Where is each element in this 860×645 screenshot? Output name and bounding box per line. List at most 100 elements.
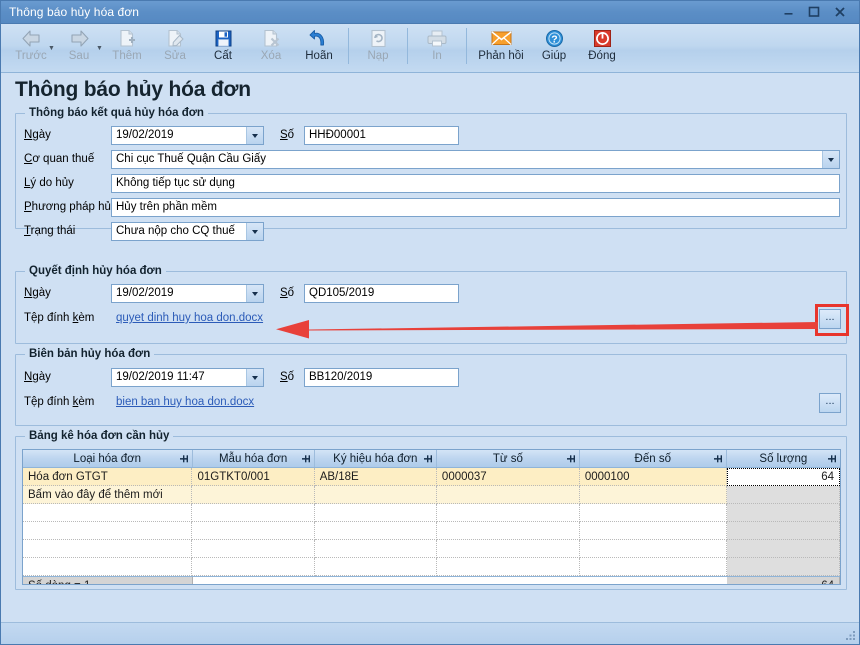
column-pin-icon[interactable] [301, 454, 311, 463]
table-cell[interactable] [23, 522, 193, 540]
table-cell[interactable] [436, 486, 580, 504]
table-cell[interactable] [579, 486, 727, 504]
toolbar-button-xoa[interactable]: Xóa [247, 24, 295, 72]
toolbar-label-them: Thêm [112, 50, 142, 62]
table-cell[interactable] [436, 558, 580, 576]
table-cell[interactable] [436, 540, 580, 558]
invoice-table[interactable]: Loại hóa đơn Mẫu hóa đơn Ký hiệu hóa đơn Từ… [22, 449, 841, 585]
table-cell[interactable] [436, 504, 580, 522]
input-trang-thai[interactable]: Chưa nộp cho CQ thuế [111, 222, 264, 241]
toolbar-button-them[interactable]: Thêm [103, 24, 151, 72]
input-ly-do-huy[interactable]: Không tiếp tục sử dụng [111, 174, 840, 193]
resize-grip-icon[interactable] [844, 629, 856, 641]
table-cell[interactable] [726, 522, 840, 540]
table-cell[interactable] [314, 504, 437, 522]
toolbar-label-phan-hoi: Phản hồi [478, 50, 524, 62]
attachment-link-quyet-dinh[interactable]: quyet dinh huy hoa don.docx [116, 312, 263, 324]
table-row[interactable] [23, 540, 840, 558]
table-cell[interactable] [192, 540, 315, 558]
table-row[interactable] [23, 522, 840, 540]
table-cell[interactable] [579, 540, 727, 558]
table-column-header[interactable]: Loại hóa đơn [23, 450, 193, 467]
help-icon: ? [543, 27, 565, 49]
table-cell[interactable] [579, 522, 727, 540]
toolbar-button-dong[interactable]: Đóng [578, 24, 626, 72]
table-cell[interactable] [726, 504, 840, 522]
column-pin-icon[interactable] [713, 454, 723, 463]
input-ngay-quyet-dinh[interactable]: 19/02/2019 [111, 284, 264, 303]
table-cell[interactable] [192, 558, 315, 576]
table-cell[interactable]: 0000100 [579, 468, 727, 486]
input-phuong-phap-huy[interactable]: Hủy trên phần mềm [111, 198, 840, 217]
table-cell[interactable]: Hóa đơn GTGT [23, 468, 193, 486]
table-cell[interactable] [192, 486, 315, 504]
table-cell[interactable] [726, 558, 840, 576]
table-cell[interactable]: 0000037 [436, 468, 580, 486]
column-pin-icon[interactable] [566, 454, 576, 463]
input-so-bien-ban[interactable]: BB120/2019 [304, 368, 459, 387]
attachment-link-bien-ban[interactable]: bien ban huy hoa don.docx [116, 396, 254, 408]
toolbar-button-sau[interactable]: Sau ▼ [55, 24, 103, 72]
table-cell[interactable]: 01GTKT0/001 [192, 468, 315, 486]
maximize-icon[interactable] [801, 1, 827, 23]
toolbar-button-giup[interactable]: ? Giúp [530, 24, 578, 72]
table-column-header[interactable]: Ký hiệu hóa đơn [315, 450, 437, 467]
table-cell[interactable] [23, 540, 193, 558]
toolbar-button-truoc[interactable]: Trước ▼ [7, 24, 55, 72]
browse-button-quyet-dinh[interactable]: ... [819, 309, 841, 329]
table-cell[interactable] [314, 486, 437, 504]
toolbar-button-in[interactable]: In [413, 24, 461, 72]
input-so-ket-qua[interactable]: HHĐ00001 [304, 126, 459, 145]
browse-button-bien-ban[interactable]: ... [819, 393, 841, 413]
table-cell[interactable]: 64 [726, 468, 840, 486]
table-cell[interactable] [192, 522, 315, 540]
minimize-icon[interactable] [775, 1, 801, 23]
table-column-header[interactable]: Mẫu hóa đơn [193, 450, 315, 467]
table-footer-row: Số dòng = 1 64 [23, 576, 840, 584]
table-cell[interactable]: AB/18E [314, 468, 437, 486]
chevron-down-icon[interactable] [246, 127, 263, 144]
toolbar-label-xoa: Xóa [260, 50, 282, 62]
input-so-quyet-dinh[interactable]: QD105/2019 [304, 284, 459, 303]
table-cell[interactable]: Bấm vào đây để thêm mới [23, 486, 193, 504]
toolbar-button-hoan[interactable]: Hoãn [295, 24, 343, 72]
table-column-header[interactable]: Số lượng [727, 450, 840, 467]
column-pin-icon[interactable] [828, 454, 837, 463]
column-pin-icon[interactable] [423, 454, 433, 463]
table-cell[interactable] [436, 522, 580, 540]
toolbar-button-nap[interactable]: Nạp [354, 24, 402, 72]
table-cell[interactable] [579, 504, 727, 522]
column-header-label: Đến số [634, 452, 671, 465]
table-cell[interactable] [314, 522, 437, 540]
value-co-quan-thue: Chi cục Thuế Quận Cầu Giấy [116, 153, 267, 165]
toolbar-label-truoc: Trước [15, 50, 47, 62]
input-ngay-bien-ban[interactable]: 19/02/2019 11:47 [111, 368, 264, 387]
table-column-header[interactable]: Từ số [437, 450, 580, 467]
toolbar-button-phan-hoi[interactable]: Phản hồi [472, 24, 530, 72]
table-cell[interactable] [23, 504, 193, 522]
table-row[interactable]: Bấm vào đây để thêm mới [23, 486, 840, 504]
table-cell[interactable] [314, 540, 437, 558]
table-column-header[interactable]: Đến số [580, 450, 727, 467]
table-cell[interactable] [726, 540, 840, 558]
toolbar-button-cat[interactable]: Cất [199, 24, 247, 72]
toolbar-button-sua[interactable]: Sửa [151, 24, 199, 72]
add-document-icon [116, 27, 138, 49]
table-cell[interactable] [192, 504, 315, 522]
table-cell[interactable] [23, 558, 193, 576]
column-pin-icon[interactable] [179, 454, 189, 463]
chevron-down-icon[interactable] [246, 369, 263, 386]
close-icon[interactable] [827, 1, 853, 23]
table-cell[interactable] [726, 486, 840, 504]
table-row[interactable]: Hóa đơn GTGT 01GTKT0/001 AB/18E 0000037 0000… [23, 468, 840, 486]
chevron-down-icon[interactable] [246, 285, 263, 302]
table-cell[interactable] [314, 558, 437, 576]
table-cell[interactable] [579, 558, 727, 576]
input-co-quan-thue[interactable]: Chi cục Thuế Quận Cầu Giấy [111, 150, 840, 169]
chevron-down-icon[interactable] [822, 151, 839, 168]
input-ngay-ket-qua[interactable]: 19/02/2019 [111, 126, 264, 145]
table-row[interactable] [23, 504, 840, 522]
chevron-down-icon[interactable] [246, 223, 263, 240]
table-row[interactable] [23, 558, 840, 576]
group-legend-bang-ke: Bảng kê hóa đơn cần hủy [25, 430, 174, 442]
